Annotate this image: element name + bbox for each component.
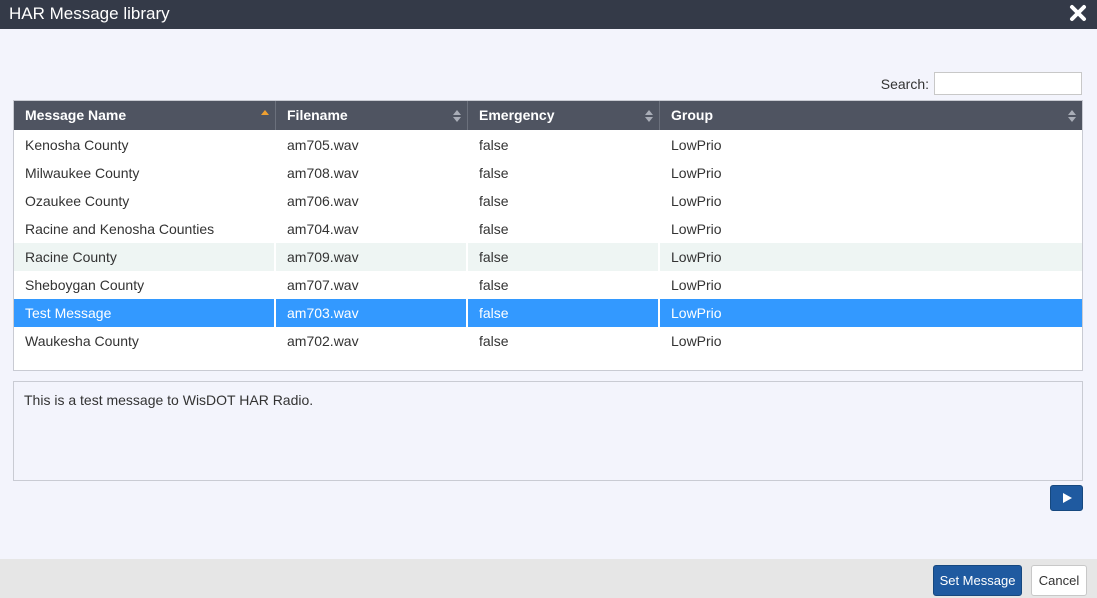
cell-group: LowPrio — [671, 165, 722, 181]
column-header-filename[interactable]: Filename — [276, 101, 468, 130]
window-title: HAR Message library — [9, 4, 170, 23]
cell-message-name: Waukesha County — [25, 333, 139, 349]
sort-ascending-icon — [261, 110, 269, 115]
cell-message-name: Test Message — [14, 299, 276, 327]
cell-filename: am704.wav — [287, 221, 359, 237]
sort-icon — [645, 110, 653, 122]
table-header: Message Name Filename Emergency Group — [14, 101, 1082, 130]
table-row[interactable]: Racine and Kenosha Counties am704.wav fa… — [14, 215, 1082, 243]
table-row[interactable]: Milwaukee County am708.wav false LowPrio — [14, 159, 1082, 187]
column-header-emergency[interactable]: Emergency — [468, 101, 660, 130]
title-bar: HAR Message library — [0, 0, 1097, 29]
cell-filename: am708.wav — [287, 165, 359, 181]
cell-group: LowPrio — [671, 249, 722, 265]
cell-group: LowPrio — [671, 193, 722, 209]
close-icon[interactable] — [1068, 3, 1088, 23]
cell-filename: am702.wav — [287, 333, 359, 349]
cancel-button[interactable]: Cancel — [1031, 565, 1087, 596]
cell-filename: am705.wav — [287, 137, 359, 153]
cell-group: LowPrio — [671, 137, 722, 153]
cell-message-name: Racine County — [14, 243, 276, 271]
cell-emergency: false — [479, 277, 509, 293]
column-label: Filename — [287, 107, 348, 123]
message-table: Message Name Filename Emergency Group Ke… — [13, 100, 1083, 371]
table-row[interactable]: Waukesha County am702.wav false LowPrio — [14, 327, 1082, 355]
search-input[interactable] — [934, 72, 1082, 95]
cell-emergency: false — [479, 165, 509, 181]
column-header-group[interactable]: Group — [660, 101, 1082, 130]
cell-emergency: false — [479, 333, 509, 349]
cell-filename: am709.wav — [276, 243, 468, 271]
cell-group: LowPrio — [671, 221, 722, 237]
cell-message-name: Milwaukee County — [25, 165, 140, 181]
play-button[interactable] — [1050, 485, 1083, 511]
cell-emergency: false — [479, 137, 509, 153]
table-row[interactable]: Ozaukee County am706.wav false LowPrio — [14, 187, 1082, 215]
set-message-button[interactable]: Set Message — [933, 565, 1022, 596]
cell-filename: am703.wav — [276, 299, 468, 327]
cell-filename: am706.wav — [287, 193, 359, 209]
cell-emergency: false — [479, 193, 509, 209]
sort-icon — [1068, 110, 1076, 122]
cell-group: LowPrio — [671, 277, 722, 293]
cell-message-name: Sheboygan County — [25, 277, 145, 293]
cell-emergency: false — [479, 221, 509, 237]
description-text: This is a test message to WisDOT HAR Rad… — [24, 392, 314, 408]
message-description: This is a test message to WisDOT HAR Rad… — [13, 381, 1083, 481]
table-row[interactable]: Sheboygan County am707.wav false LowPrio — [14, 271, 1082, 299]
play-icon — [1062, 493, 1072, 503]
search-label: Search: — [880, 75, 929, 92]
column-label: Group — [671, 107, 713, 123]
cell-filename: am707.wav — [287, 277, 359, 293]
column-label: Emergency — [479, 107, 555, 123]
table-row[interactable]: Kenosha County am705.wav false LowPrio — [14, 131, 1082, 159]
table-row-hovered[interactable]: Racine County am709.wav false LowPrio — [14, 243, 1082, 271]
cell-message-name: Ozaukee County — [25, 193, 130, 209]
cell-emergency: false — [468, 299, 660, 327]
column-header-message-name[interactable]: Message Name — [14, 101, 276, 130]
table-row-selected[interactable]: Test Message am703.wav false LowPrio — [14, 299, 1082, 327]
search-row: Search: — [881, 72, 1082, 95]
cell-group: LowPrio — [671, 333, 722, 349]
cell-message-name: Racine and Kenosha Counties — [25, 221, 215, 237]
cell-emergency: false — [468, 243, 660, 271]
table-body: Kenosha County am705.wav false LowPrio M… — [14, 130, 1082, 355]
column-label: Message Name — [25, 107, 127, 123]
sort-icon — [453, 110, 461, 122]
cell-group: LowPrio — [671, 305, 722, 321]
cell-message-name: Kenosha County — [25, 137, 129, 153]
